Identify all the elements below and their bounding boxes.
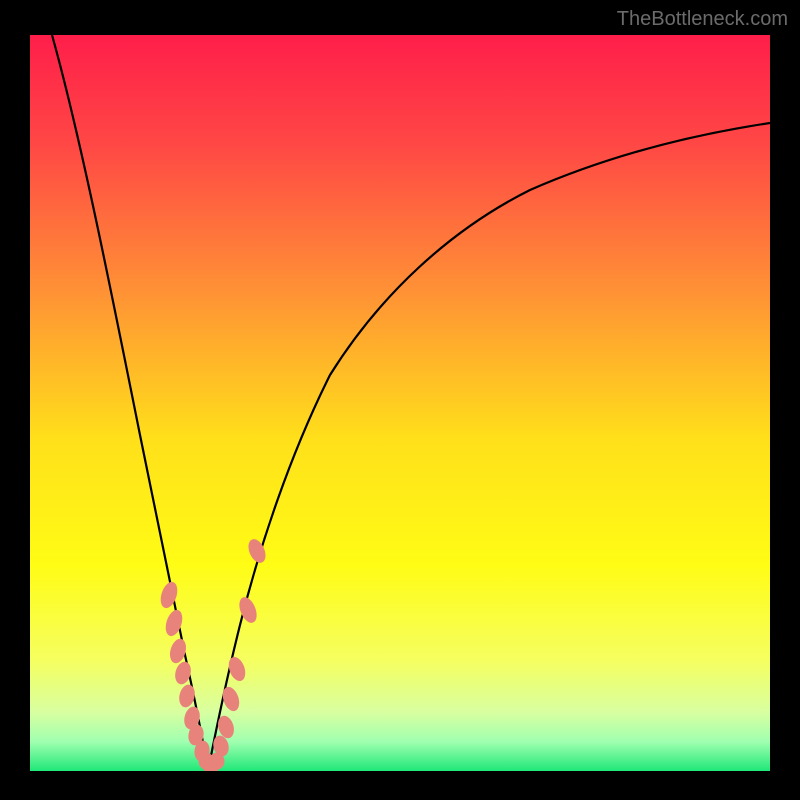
- left-curve-path: [52, 35, 208, 771]
- data-point: [178, 684, 197, 709]
- data-point: [220, 685, 241, 712]
- data-point: [246, 537, 269, 565]
- chart-curves: [30, 35, 770, 771]
- data-point: [226, 655, 247, 682]
- data-point: [237, 595, 260, 624]
- data-point: [168, 638, 188, 665]
- data-point: [158, 580, 179, 609]
- chart-plot-area: [30, 35, 770, 771]
- watermark-text: TheBottleneck.com: [617, 8, 788, 31]
- right-curve-path: [208, 123, 770, 771]
- data-points-group: [158, 537, 268, 771]
